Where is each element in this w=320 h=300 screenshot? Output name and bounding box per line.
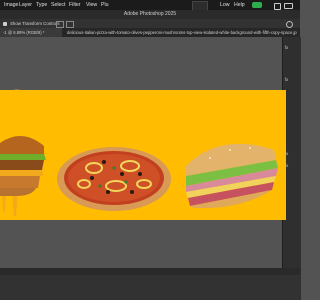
menu-layer[interactable]: Layer xyxy=(19,0,32,10)
menu-bar: Image Layer Type Select Filter View Plu … xyxy=(0,0,300,11)
menu-type[interactable]: Type xyxy=(36,0,47,10)
bottom-panel xyxy=(0,275,300,300)
align-icon[interactable] xyxy=(56,21,64,28)
distribute-icon[interactable] xyxy=(66,21,74,28)
menu-plugins[interactable]: Plu xyxy=(101,0,109,10)
burger-image[interactable] xyxy=(0,130,48,216)
camera-indicator-icon xyxy=(252,2,262,8)
tab-pizza-image-label: delicious-italian-pizza-with-tomato-oliv… xyxy=(67,30,297,35)
search-icon[interactable] xyxy=(286,21,293,28)
menu-view[interactable]: View xyxy=(86,0,97,10)
show-transform-label: Show Transform Controls xyxy=(10,21,60,26)
document-tabs: -1 @ 6.89% (RGB/8) * delicious-italian-p… xyxy=(0,28,300,37)
wifi-icon xyxy=(274,2,281,10)
window-title: Adobe Photoshop 2025 xyxy=(0,10,300,19)
tab-pizza-image[interactable]: delicious-italian-pizza-with-tomato-oliv… xyxy=(64,28,297,37)
tab-document-1-label: -1 @ 6.89% (RGB/8) * xyxy=(3,30,45,35)
show-transform-checkbox[interactable] xyxy=(3,21,7,26)
artboard-canvas[interactable] xyxy=(0,90,286,220)
menu-help[interactable]: Help xyxy=(234,0,245,10)
status-bar xyxy=(0,268,300,275)
menu-low[interactable]: Low xyxy=(220,0,230,10)
pizza-image[interactable] xyxy=(56,146,172,212)
menu-filter[interactable]: Filter xyxy=(69,0,81,10)
battery-icon xyxy=(284,3,293,9)
layer-fx-1[interactable]: fx xyxy=(285,45,288,50)
app-title: Adobe Photoshop 2025 xyxy=(123,11,177,17)
menu-image[interactable]: Image xyxy=(4,0,18,10)
options-bar: Show Transform Controls xyxy=(0,19,300,28)
tab-document-1[interactable]: -1 @ 6.89% (RGB/8) * xyxy=(0,28,62,37)
sandwich-image[interactable] xyxy=(180,136,280,208)
layer-fx-2[interactable]: fx xyxy=(285,77,288,82)
menu-select[interactable]: Select xyxy=(51,0,65,10)
